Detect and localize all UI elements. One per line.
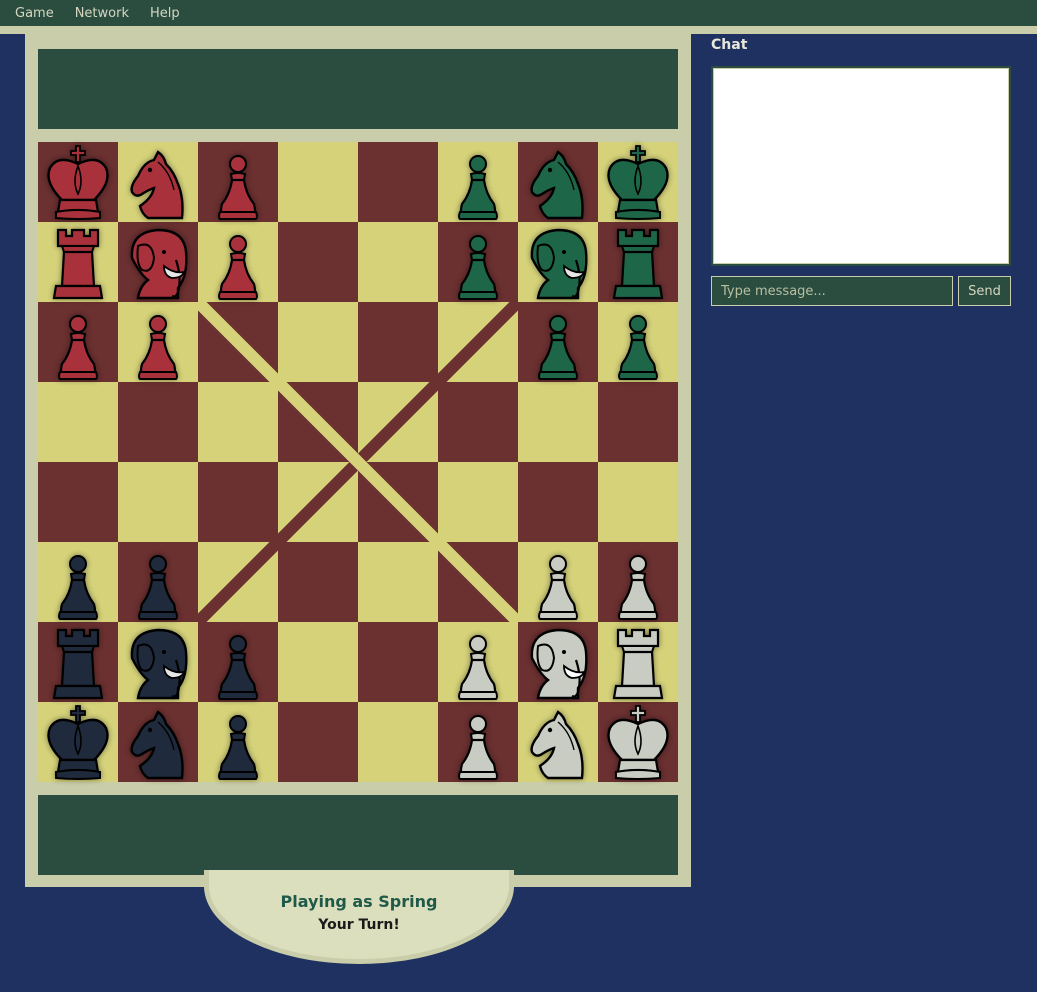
black-pawn-piece[interactable] xyxy=(198,622,278,702)
rook-icon xyxy=(612,628,664,700)
pawn-icon xyxy=(618,555,658,620)
chat-log[interactable] xyxy=(711,66,1011,266)
king-icon xyxy=(47,705,109,780)
pawn-icon xyxy=(458,715,498,780)
green-elephant-piece[interactable] xyxy=(518,222,598,302)
black-knight-piece[interactable] xyxy=(118,702,198,782)
pawn-icon xyxy=(618,315,658,380)
chat-title: Chat xyxy=(711,37,748,53)
status-plate: Playing as Spring Your Turn! xyxy=(204,870,514,964)
elephant-icon xyxy=(130,228,188,300)
red-elephant-piece[interactable] xyxy=(118,222,198,302)
knight-icon xyxy=(530,150,584,220)
rook-icon xyxy=(612,228,664,300)
king-icon xyxy=(607,145,669,220)
green-knight-piece[interactable] xyxy=(518,142,598,222)
red-pawn-piece[interactable] xyxy=(198,142,278,222)
green-rook-piece[interactable] xyxy=(598,222,678,302)
black-rook-piece[interactable] xyxy=(38,622,118,702)
elephant-icon xyxy=(130,628,188,700)
white-knight-piece[interactable] xyxy=(518,702,598,782)
pawn-icon xyxy=(138,315,178,380)
king-icon xyxy=(47,145,109,220)
menu-game[interactable]: Game xyxy=(15,6,54,21)
green-pawn-piece[interactable] xyxy=(438,222,518,302)
elephant-icon xyxy=(530,628,588,700)
green-pawn-piece[interactable] xyxy=(518,302,598,382)
send-button[interactable]: Send xyxy=(958,276,1011,306)
pawn-icon xyxy=(138,555,178,620)
pawn-icon xyxy=(58,555,98,620)
green-pawn-piece[interactable] xyxy=(438,142,518,222)
pawn-icon xyxy=(538,315,578,380)
rook-icon xyxy=(52,628,104,700)
pawn-icon xyxy=(218,235,258,300)
black-king-piece[interactable] xyxy=(38,702,118,782)
white-rook-piece[interactable] xyxy=(598,622,678,702)
red-rook-piece[interactable] xyxy=(38,222,118,302)
chess-board[interactable] xyxy=(38,142,678,782)
green-pawn-piece[interactable] xyxy=(598,302,678,382)
black-pawn-piece[interactable] xyxy=(198,702,278,782)
red-pawn-piece[interactable] xyxy=(38,302,118,382)
menu-network[interactable]: Network xyxy=(75,6,129,21)
pawn-icon xyxy=(458,635,498,700)
black-pawn-piece[interactable] xyxy=(118,542,198,622)
pawn-icon xyxy=(218,155,258,220)
pawn-icon xyxy=(538,555,578,620)
turn-label: Your Turn! xyxy=(318,917,400,933)
pawn-icon xyxy=(58,315,98,380)
pawn-icon xyxy=(458,155,498,220)
chat-message-input[interactable] xyxy=(711,276,953,306)
knight-icon xyxy=(130,150,184,220)
rook-icon xyxy=(52,228,104,300)
pawn-icon xyxy=(218,715,258,780)
green-king-piece[interactable] xyxy=(598,142,678,222)
white-pawn-piece[interactable] xyxy=(518,542,598,622)
white-pawn-piece[interactable] xyxy=(438,702,518,782)
bottom-capture-tray xyxy=(38,795,678,875)
knight-icon xyxy=(530,710,584,780)
pawn-icon xyxy=(218,635,258,700)
red-king-piece[interactable] xyxy=(38,142,118,222)
white-king-piece[interactable] xyxy=(598,702,678,782)
menu-divider xyxy=(0,26,1037,34)
king-icon xyxy=(607,705,669,780)
black-pawn-piece[interactable] xyxy=(38,542,118,622)
white-pawn-piece[interactable] xyxy=(438,622,518,702)
player-label: Playing as Spring xyxy=(280,892,438,911)
white-elephant-piece[interactable] xyxy=(518,622,598,702)
top-capture-tray xyxy=(38,49,678,129)
knight-icon xyxy=(130,710,184,780)
red-pawn-piece[interactable] xyxy=(118,302,198,382)
black-elephant-piece[interactable] xyxy=(118,622,198,702)
red-pawn-piece[interactable] xyxy=(198,222,278,302)
white-pawn-piece[interactable] xyxy=(598,542,678,622)
menu-bar: Game Network Help xyxy=(0,0,1037,26)
red-knight-piece[interactable] xyxy=(118,142,198,222)
menu-help[interactable]: Help xyxy=(150,6,180,21)
elephant-icon xyxy=(530,228,588,300)
pawn-icon xyxy=(458,235,498,300)
